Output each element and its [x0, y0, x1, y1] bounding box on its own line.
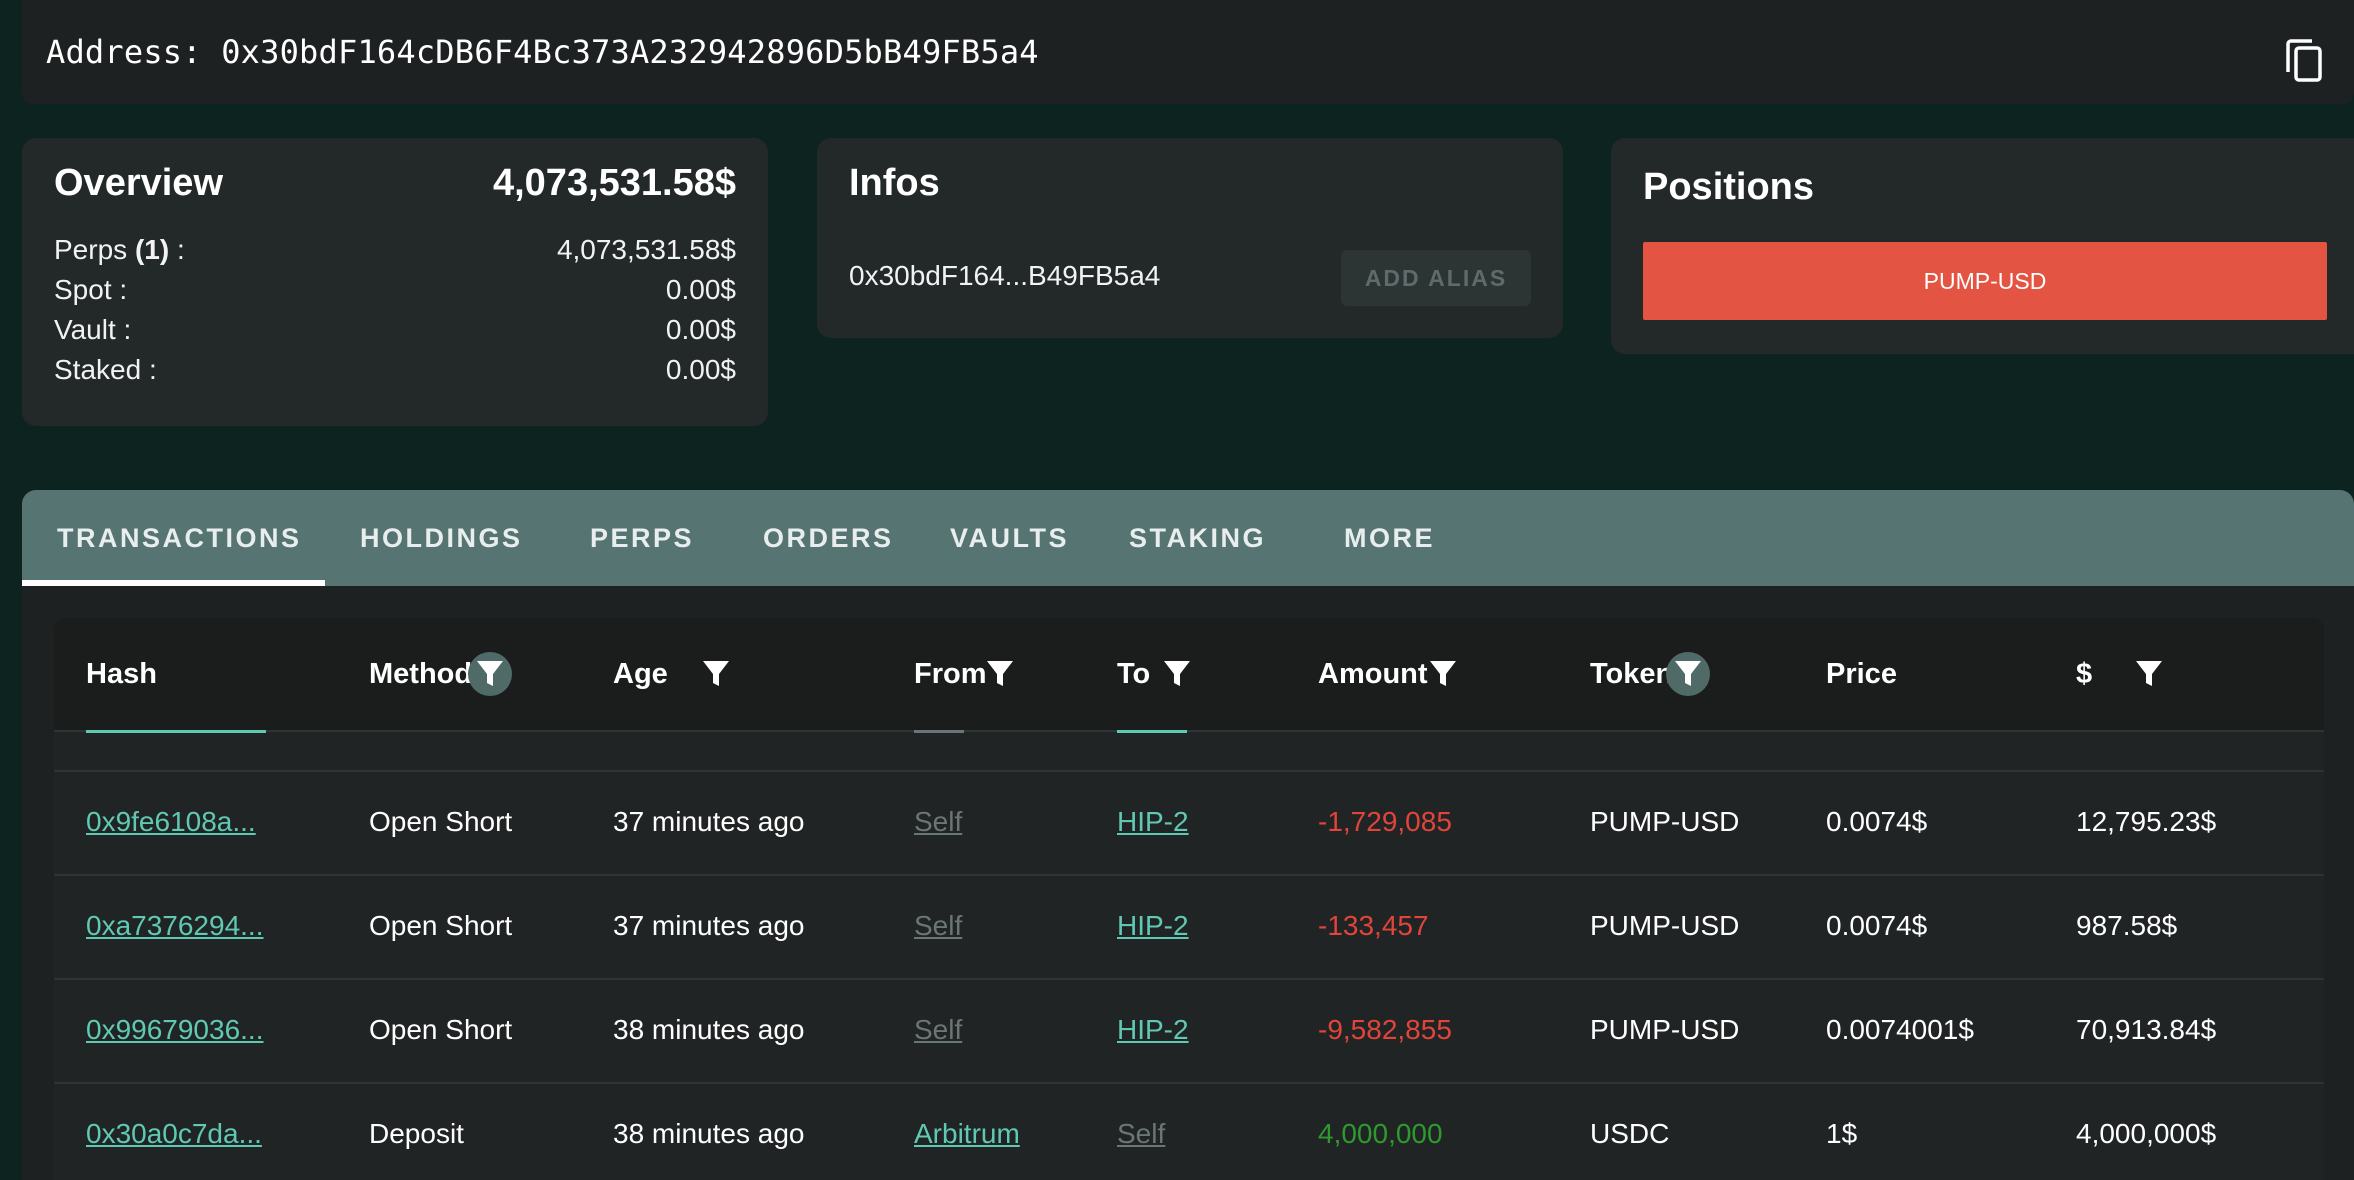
tx-to-link[interactable]: HIP-2 — [1117, 770, 1189, 874]
column-header-to[interactable]: To — [1117, 618, 1150, 730]
overview-label: Spot : — [54, 274, 128, 305]
tx-hash-link[interactable]: 0x9fe6108a... — [86, 770, 256, 874]
address-bar: Address: 0x30bdF164cDB6F4Bc373A232942896… — [22, 0, 2354, 104]
tx-method: Open Short — [369, 1014, 513, 1045]
column-header-usd[interactable]: $ — [2076, 618, 2092, 730]
column-header-from[interactable]: From — [914, 618, 987, 730]
tx-amount: -9,582,855 — [1318, 1014, 1452, 1045]
overview-label: Staked : — [54, 354, 157, 385]
tab-orders[interactable]: ORDERS — [763, 490, 894, 586]
tx-usd-value: 12,795.23$ — [2076, 806, 2217, 837]
table-row-partial — [54, 730, 2324, 772]
table-row: 0xa7376294... Open Short 37 minutes ago … — [54, 874, 2324, 980]
tab-more[interactable]: MORE — [1344, 490, 1435, 586]
tx-age: 38 minutes ago — [613, 1118, 805, 1149]
tx-hash-link[interactable]: 0x99679036... — [86, 978, 264, 1082]
column-header-method[interactable]: Method — [369, 618, 472, 730]
tx-method: Deposit — [369, 1118, 464, 1149]
to-filter-icon[interactable] — [1155, 652, 1199, 696]
tx-age: 37 minutes ago — [613, 806, 805, 837]
tx-token: PUMP-USD — [1590, 910, 1740, 941]
infos-title: Infos — [849, 162, 940, 204]
column-header-amount[interactable]: Amount — [1318, 618, 1428, 730]
tx-to-link[interactable]: HIP-2 — [1117, 874, 1189, 978]
tabs-panel: TRANSACTIONS HOLDINGS PERPS ORDERS VAULT… — [22, 490, 2354, 1180]
tx-price: 0.0074$ — [1826, 910, 1928, 941]
overview-row-spot: Spot : 0.00$ — [54, 274, 736, 310]
from-filter-icon[interactable] — [978, 652, 1022, 696]
table-header: Hash Method Age From To Amount Token Pri… — [54, 618, 2324, 732]
tx-price: 0.0074$ — [1826, 806, 1928, 837]
transactions-table: Hash Method Age From To Amount Token Pri… — [54, 618, 2324, 1180]
column-header-hash[interactable]: Hash — [86, 618, 157, 730]
tx-to-link[interactable]: Self — [1117, 1082, 1165, 1180]
overview-row-vault: Vault : 0.00$ — [54, 314, 736, 350]
overview-title: Overview — [54, 162, 223, 204]
positions-card: Positions PUMP-USD — [1611, 138, 2354, 354]
tx-amount: 4,000,000 — [1318, 1118, 1443, 1149]
tx-from-link[interactable]: Self — [914, 770, 962, 874]
copy-icon[interactable] — [2284, 38, 2324, 84]
tab-perps[interactable]: PERPS — [590, 490, 694, 586]
tx-from-link[interactable]: Self — [914, 978, 962, 1082]
tx-token: USDC — [1590, 1118, 1670, 1149]
amount-filter-icon[interactable] — [1421, 652, 1465, 696]
age-filter-icon[interactable] — [694, 652, 738, 696]
tx-token: PUMP-USD — [1590, 1014, 1740, 1045]
column-header-price[interactable]: Price — [1826, 618, 1897, 730]
tx-hash-link[interactable]: 0xa7376294... — [86, 874, 264, 978]
positions-title: Positions — [1643, 166, 1815, 208]
partial-link-fragment — [1117, 730, 1187, 733]
tx-from-link[interactable]: Self — [914, 874, 962, 978]
partial-link-fragment — [86, 730, 266, 733]
column-header-token[interactable]: Token — [1590, 618, 1673, 730]
tx-age: 37 minutes ago — [613, 910, 805, 941]
tx-from-link[interactable]: Arbitrum — [914, 1082, 1020, 1180]
table-row: 0x30a0c7da... Deposit 38 minutes ago Arb… — [54, 1082, 2324, 1180]
tx-usd-value: 70,913.84$ — [2076, 1014, 2217, 1045]
active-tab-indicator — [22, 580, 325, 586]
tab-bar: TRANSACTIONS HOLDINGS PERPS ORDERS VAULT… — [22, 490, 2354, 586]
tab-holdings[interactable]: HOLDINGS — [360, 490, 523, 586]
partial-link-fragment — [914, 730, 964, 733]
short-address: 0x30bdF164...B49FB5a4 — [849, 260, 1161, 291]
usd-filter-icon[interactable] — [2127, 652, 2171, 696]
overview-value: 0.00$ — [665, 314, 736, 345]
tx-hash-link[interactable]: 0x30a0c7da... — [86, 1082, 262, 1180]
tx-usd-value: 4,000,000$ — [2076, 1118, 2217, 1149]
overview-value: 0.00$ — [665, 274, 736, 305]
token-filter-icon[interactable] — [1666, 652, 1710, 696]
infos-card: Infos 0x30bdF164...B49FB5a4 ADD ALIAS — [817, 138, 1563, 338]
tx-to-link[interactable]: HIP-2 — [1117, 978, 1189, 1082]
overview-value: 4,073,531.58$ — [556, 234, 736, 265]
tab-vaults[interactable]: VAULTS — [950, 490, 1069, 586]
overview-value: 0.00$ — [665, 354, 736, 385]
tab-staking[interactable]: STAKING — [1129, 490, 1266, 586]
overview-card: Overview 4,073,531.58$ Perps (1) : 4,073… — [22, 138, 768, 426]
tx-method: Open Short — [369, 910, 513, 941]
overview-row-staked: Staked : 0.00$ — [54, 354, 736, 390]
method-filter-icon[interactable] — [468, 652, 512, 696]
tx-amount: -133,457 — [1318, 910, 1429, 941]
column-header-age[interactable]: Age — [613, 618, 668, 730]
tx-usd-value: 987.58$ — [2076, 910, 2178, 941]
position-pump-usd-button[interactable]: PUMP-USD — [1643, 242, 2327, 320]
tab-transactions[interactable]: TRANSACTIONS — [57, 490, 302, 586]
tx-method: Open Short — [369, 806, 513, 837]
overview-label: Perps (1) : — [54, 234, 185, 265]
overview-row-perps: Perps (1) : 4,073,531.58$ — [54, 234, 736, 270]
address-text: Address: 0x30bdF164cDB6F4Bc373A232942896… — [46, 33, 1039, 71]
table-row: 0x99679036... Open Short 38 minutes ago … — [54, 978, 2324, 1084]
tx-token: PUMP-USD — [1590, 806, 1740, 837]
overview-label: Vault : — [54, 314, 132, 345]
tx-price: 1$ — [1826, 1118, 1858, 1149]
tx-age: 38 minutes ago — [613, 1014, 805, 1045]
tx-amount: -1,729,085 — [1318, 806, 1452, 837]
overview-total: 4,073,531.58$ — [492, 162, 736, 204]
add-alias-button[interactable]: ADD ALIAS — [1341, 250, 1531, 306]
table-row: 0x9fe6108a... Open Short 37 minutes ago … — [54, 770, 2324, 876]
tx-price: 0.0074001$ — [1826, 1014, 1974, 1045]
